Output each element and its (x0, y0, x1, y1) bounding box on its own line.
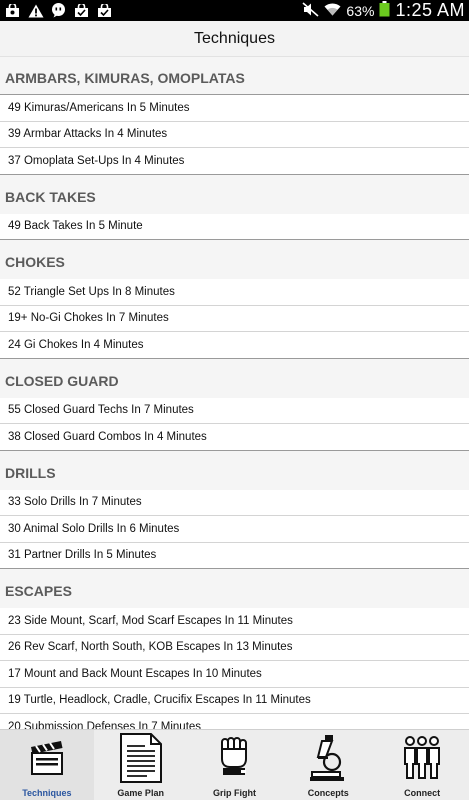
section-header-escapes: ESCAPES (0, 569, 469, 608)
list-item[interactable]: 19 Turtle, Headlock, Cradle, Crucifix Es… (0, 687, 469, 714)
fist-icon (214, 735, 254, 781)
list-item[interactable]: 55 Closed Guard Techs In 7 Minutes (0, 397, 469, 424)
section-header-armbars: ARMBARS, KIMURAS, OMOPLATAS (0, 57, 469, 94)
clock: 1:25 AM (395, 0, 465, 20)
list-item[interactable]: 49 Back Takes In 5 Minute (0, 213, 469, 240)
list-item[interactable]: 33 Solo Drills In 7 Minutes (0, 489, 469, 516)
clapperboard-icon (27, 735, 67, 781)
list-item[interactable]: 30 Animal Solo Drills In 6 Minutes (0, 516, 469, 543)
technique-list[interactable]: ARMBARS, KIMURAS, OMOPLATAS 49 Kimuras/A… (0, 57, 469, 729)
tab-connect[interactable]: Connect (375, 730, 469, 800)
tab-game-plan[interactable]: Game Plan (94, 730, 188, 800)
list-item[interactable]: 19+ No-Gi Chokes In 7 Minutes (0, 305, 469, 332)
wifi-icon (324, 2, 341, 19)
tab-label: Techniques (22, 788, 72, 798)
list-item[interactable]: 17 Mount and Back Mount Escapes In 10 Mi… (0, 661, 469, 688)
tab-label: Grip Fight (212, 788, 256, 798)
section-header-back-takes: BACK TAKES (0, 174, 469, 214)
chat-icon (50, 3, 67, 18)
warning-icon (27, 3, 44, 18)
tab-label: Concepts (307, 788, 349, 798)
checked-bag-icon (96, 3, 113, 18)
tab-label: Game Plan (117, 788, 164, 798)
section-header-drills: DRILLS (0, 450, 469, 490)
notification-icons (4, 3, 113, 18)
document-icon (118, 733, 164, 783)
tab-concepts[interactable]: Concepts (281, 730, 375, 800)
tab-techniques[interactable]: Techniques (0, 730, 94, 800)
section-header-chokes: CHOKES (0, 240, 469, 279)
title-bar: Techniques (0, 21, 469, 57)
tab-grip-fight[interactable]: Grip Fight (188, 730, 282, 800)
list-item[interactable]: 52 Triangle Set Ups In 8 Minutes (0, 279, 469, 306)
list-item[interactable]: 38 Closed Guard Combos In 4 Minutes (0, 424, 469, 451)
list-item[interactable]: 24 Gi Chokes In 4 Minutes (0, 332, 469, 359)
battery-percent: 63% (346, 2, 375, 19)
list-item[interactable]: 37 Omoplata Set-Ups In 4 Minutes (0, 148, 469, 175)
list-item[interactable]: 23 Side Mount, Scarf, Mod Scarf Escapes … (0, 608, 469, 635)
bottom-tab-bar: Techniques Game Plan Grip Fight Concepts… (0, 729, 469, 800)
status-bar: 63% 1:25 AM (0, 0, 469, 21)
page-title: Techniques (194, 29, 275, 47)
section-header-closed-guard: CLOSED GUARD (0, 358, 469, 398)
mute-icon (302, 1, 319, 20)
tab-label: Connect (404, 788, 441, 798)
list-item[interactable]: 20 Submission Defenses In 7 Minutes (0, 714, 469, 729)
microscope-icon (308, 735, 348, 781)
battery-icon (379, 1, 390, 20)
list-item[interactable]: 26 Rev Scarf, North South, KOB Escapes I… (0, 634, 469, 661)
list-item[interactable]: 49 Kimuras/Americans In 5 Minutes (0, 95, 469, 122)
list-item[interactable]: 39 Armbar Attacks In 4 Minutes (0, 121, 469, 148)
list-item[interactable]: 31 Partner Drills In 5 Minutes (0, 542, 469, 569)
checked-bag-icon (73, 3, 90, 18)
bag-icon (4, 3, 21, 18)
people-icon (400, 735, 444, 781)
